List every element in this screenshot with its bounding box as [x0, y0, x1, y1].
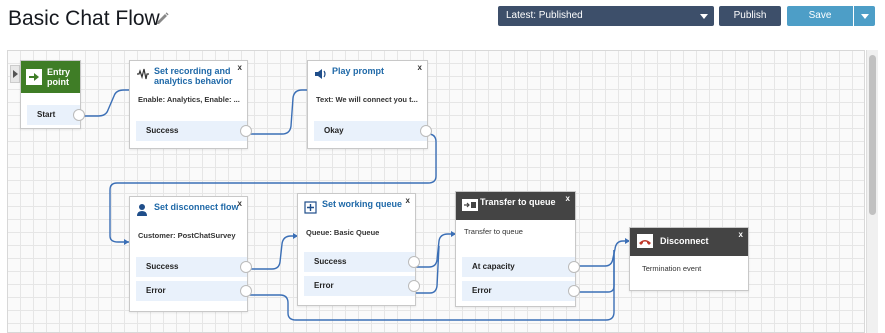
- branch-success: Success: [136, 257, 252, 277]
- output-port[interactable]: [568, 285, 580, 297]
- block-title: Set working queue: [322, 199, 403, 209]
- output-port[interactable]: [240, 285, 252, 297]
- connector-disconnect-flow-to-working-queue: [246, 235, 297, 270]
- block-title: Play prompt: [332, 66, 385, 76]
- branch-label: Success: [314, 257, 347, 266]
- block-title: Disconnect: [660, 236, 709, 246]
- output-port[interactable]: [408, 280, 420, 292]
- waveform-icon: [137, 68, 149, 80]
- play-prompt-block[interactable]: Play prompt x Text: We will connect you …: [307, 60, 432, 149]
- entry-point-block[interactable]: Entry point Start: [20, 60, 85, 129]
- block-description: Termination event: [642, 264, 702, 273]
- transfer-to-queue-block[interactable]: Transfer to queue x Transfer to queue At…: [455, 191, 580, 307]
- entry-point-title: Entry point: [47, 67, 71, 87]
- output-port[interactable]: [240, 261, 252, 273]
- branch-start: Start: [27, 105, 85, 125]
- branch-label: Okay: [324, 126, 344, 135]
- entry-arrow-icon: [26, 69, 42, 85]
- block-header: Set disconnect flow x: [130, 197, 247, 231]
- queue-icon: [304, 201, 317, 214]
- branch-error: Error: [304, 276, 420, 296]
- connector-start-to-recording: [80, 89, 129, 117]
- branch-label: Start: [37, 110, 56, 119]
- branch-at-capacity: At capacity: [462, 257, 580, 277]
- block-description: Enable: Analytics, Enable: ...: [138, 95, 240, 104]
- block-description: Text: We will connect you t...: [316, 95, 418, 104]
- branch-error: Error: [462, 281, 580, 301]
- block-title: Set disconnect flow: [154, 202, 239, 212]
- branch-label: Error: [314, 281, 334, 290]
- close-icon[interactable]: x: [238, 63, 242, 73]
- output-port[interactable]: [240, 125, 252, 137]
- close-icon[interactable]: x: [238, 199, 242, 209]
- block-description: Transfer to queue: [464, 227, 523, 236]
- speaker-icon: [315, 69, 326, 79]
- disconnect-block[interactable]: Disconnect x Termination event: [629, 227, 749, 291]
- output-port[interactable]: [408, 256, 420, 268]
- hang-up-phone-icon: [637, 234, 653, 248]
- output-port[interactable]: [420, 125, 432, 137]
- close-icon[interactable]: x: [418, 63, 422, 73]
- connector-recording-to-prompt: [246, 89, 307, 135]
- branch-okay: Okay: [314, 121, 432, 141]
- set-disconnect-flow-block[interactable]: Set disconnect flow x Customer: PostChat…: [129, 196, 252, 312]
- transfer-icon: [462, 199, 478, 211]
- branch-label: Error: [472, 286, 492, 295]
- close-icon[interactable]: x: [406, 196, 410, 206]
- block-title: Transfer to queue: [480, 197, 556, 207]
- branch-success: Success: [136, 121, 252, 141]
- person-icon: [137, 204, 147, 216]
- branch-label: Success: [146, 126, 179, 135]
- entry-point-header: Entry point: [21, 61, 80, 93]
- block-header: Disconnect x: [630, 228, 748, 256]
- block-description: Queue: Basic Queue: [306, 228, 380, 237]
- branch-error: Error: [136, 281, 252, 301]
- block-title: Set recording and analytics behavior: [154, 66, 233, 86]
- branch-label: Error: [146, 286, 166, 295]
- block-description: Customer: PostChatSurvey: [138, 231, 236, 240]
- connector-working-queue-to-transfer: [414, 233, 455, 268]
- block-header: Transfer to queue x: [456, 192, 575, 220]
- set-recording-block[interactable]: Set recording and analytics behavior x E…: [129, 60, 252, 149]
- output-port[interactable]: [73, 109, 85, 121]
- close-icon[interactable]: x: [739, 230, 743, 240]
- block-header: Play prompt x: [308, 61, 427, 95]
- block-header: Set working queue x: [298, 194, 415, 228]
- branch-label: At capacity: [472, 262, 515, 271]
- output-port[interactable]: [568, 261, 580, 273]
- close-icon[interactable]: x: [566, 194, 570, 204]
- set-working-queue-block[interactable]: Set working queue x Queue: Basic Queue S…: [297, 193, 420, 306]
- branch-label: Success: [146, 262, 179, 271]
- block-header: Set recording and analytics behavior x: [130, 61, 247, 95]
- branch-success: Success: [304, 252, 420, 272]
